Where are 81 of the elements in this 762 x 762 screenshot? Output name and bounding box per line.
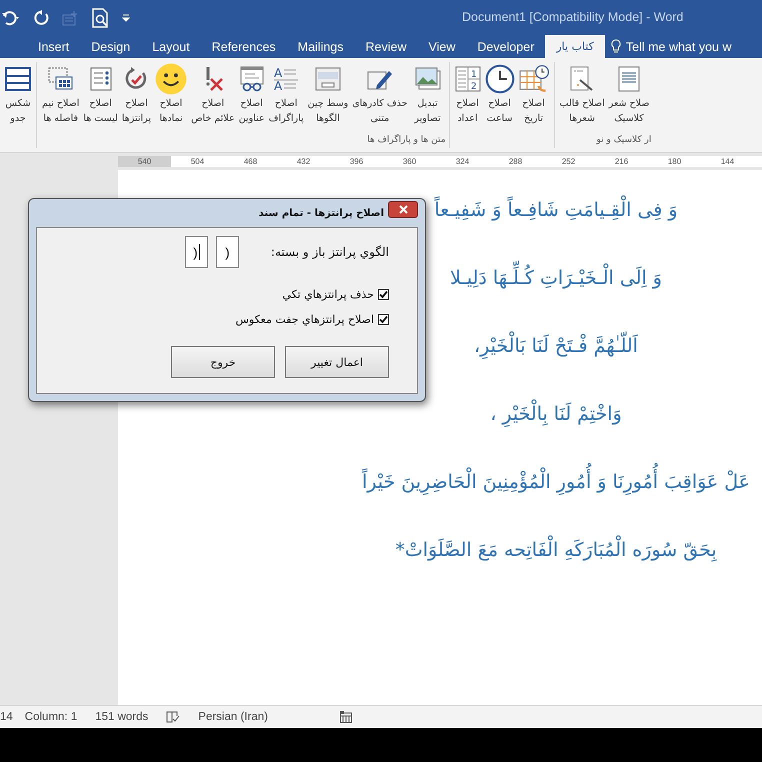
ruler-number: 468 — [242, 156, 258, 167]
ruler-number: 540 — [118, 156, 171, 167]
grid-icon — [48, 66, 74, 92]
ribbon-tab[interactable]: References — [200, 35, 287, 58]
ribbon-button-label[interactable]: اصلاح لیست ها — [83, 96, 118, 126]
list-icon — [88, 66, 114, 92]
numbered-list-icon: 1 2 — [454, 66, 481, 92]
ribbon-button-label[interactable]: وسط چین الگوها — [308, 96, 348, 126]
checkbox[interactable] — [378, 314, 389, 325]
ribbon-tab[interactable]: Layout — [141, 35, 201, 58]
ribbon-tab[interactable]: Review — [354, 35, 418, 58]
ribbon-button-label[interactable]: اصلاح تاریخ — [522, 96, 545, 126]
customize-caret-icon[interactable] — [122, 14, 130, 22]
document-text-line: وَاخْتِمْ لَنَا بِالْخَیْرِ ، — [490, 394, 622, 434]
pattern-label: الگوي پرانتز باز و بسته: — [270, 245, 389, 259]
ribbon-button-label[interactable]: اصلاح پرانتزها — [122, 96, 152, 126]
close-button[interactable] — [388, 200, 418, 218]
ribbon-tab[interactable]: Developer — [466, 35, 546, 58]
group-label: ار کلاسیک و نو — [596, 135, 652, 147]
dialog-title: اصلاح پرانتزها - تمام سند — [258, 208, 384, 218]
undo-icon[interactable] — [2, 10, 22, 26]
ruler-number: 432 — [296, 156, 312, 167]
print-preview-icon[interactable] — [92, 8, 110, 28]
group-label: متن ها و پاراگراف ها — [367, 135, 446, 147]
document-text-line: وَ فِی الْقِـیامَتِ شَافِـعاً وَ شَفِیـعاً — [434, 190, 678, 230]
tell-me-field[interactable]: Tell me what you w — [626, 40, 732, 54]
ruler-number: 324 — [454, 156, 470, 167]
ruler-number: 180 — [666, 156, 682, 167]
ribbon-button-label[interactable]: اصلاح علائم خاص — [191, 96, 235, 126]
input-field[interactable]: ( — [216, 236, 239, 268]
document-text-line: بِحَقّ سُورَه الْمُبَارَکَهِ الْفَاتِحه مَعَ الصَّلَوَاتْ* — [395, 530, 717, 570]
checkbox-label: حذف پرانتزهاي تکي — [282, 288, 374, 301]
ruler-number: 252 — [560, 156, 576, 167]
ribbon-tab[interactable]: View — [418, 35, 466, 58]
checkbox-label: اصلاح پرانتزهاي جفت معکوس — [236, 313, 374, 326]
checkbox[interactable] — [378, 289, 389, 300]
input-field[interactable]: ( — [184, 236, 208, 268]
smiley-icon — [155, 63, 188, 95]
close-icon — [398, 204, 408, 214]
clock-icon — [484, 64, 515, 94]
ribbon-tab[interactable]: Insert — [27, 35, 80, 58]
language-indicator[interactable]: Persian (Iran) — [198, 711, 268, 723]
window-title: Document1 [Compatibility Mode] - Word — [462, 10, 684, 24]
ruler-number: 288 — [508, 156, 524, 167]
glasses-icon — [238, 66, 265, 92]
document-lines-icon — [616, 66, 642, 92]
table-icon — [5, 66, 31, 92]
ruler-number: 360 — [402, 156, 418, 167]
lightbulb-icon — [610, 39, 621, 54]
ribbon-button-label[interactable]: اصلاح قالب شعرها — [560, 96, 605, 126]
page-number: 14 — [0, 711, 13, 723]
ruler-number: 216 — [614, 156, 630, 167]
ribbon-button-label[interactable]: تبدیل تصاویر — [414, 96, 441, 126]
ribbon-tab[interactable]: کتاب یار — [545, 35, 605, 58]
word-count[interactable]: 151 words — [95, 711, 148, 723]
ribbon-button-label[interactable]: اصلاح نیم فاصله ها — [42, 96, 80, 126]
ruler-number: 396 — [348, 156, 364, 167]
ribbon-button-label[interactable]: صلاح شعر کلاسیک — [608, 96, 650, 126]
ribbon-tab[interactable]: Design — [80, 35, 142, 58]
ribbon-button-label[interactable]: اصلاح ساعت — [486, 96, 512, 126]
ribbon-button-label[interactable]: شکس جدو — [5, 96, 31, 126]
ribbon-button-label[interactable]: حذف کادرهای متنی — [352, 96, 408, 126]
ribbon-button-label[interactable]: اصلاح پاراگراف — [268, 96, 304, 126]
ruler-number: 504 — [190, 156, 206, 167]
dialog-button[interactable]: خروج — [171, 346, 275, 378]
layout-icon[interactable] — [340, 711, 352, 723]
document-wand-icon — [569, 66, 596, 92]
ruler-number: 144 — [720, 156, 736, 167]
document-text-line: وَ اِلَی الْـخَیْـرَاتِ کُـلِّـهَا دَلِیـلا — [450, 258, 662, 298]
template-icon — [312, 66, 343, 92]
ribbon-button-label[interactable]: اصلاح نمادها — [159, 96, 183, 126]
dialog-button[interactable]: اعمال تغییر — [285, 346, 389, 378]
document-text-line: عَلْ عَوَاقِبَ أُمُورِنَا وَ أُمُورِ الْمُؤْمِنِینَ الْحَاضِرِینَ خَیْراً — [362, 462, 750, 502]
ribbon-button-label[interactable]: اصلاح اعداد — [456, 96, 479, 126]
proofing-icon[interactable] — [166, 711, 180, 723]
calendar-clock-icon — [518, 64, 549, 94]
ribbon-tab[interactable]: Mailings — [286, 35, 355, 58]
redo-icon[interactable] — [34, 10, 50, 26]
column-indicator: Column: 1 — [24, 711, 78, 723]
ribbon-button-label[interactable]: اصلاح عناوین — [238, 96, 265, 126]
document-text-line: اَللّـٰهُمَّ فْـتَحْ لَنَا بَالْخَیْرِ، — [474, 326, 638, 366]
